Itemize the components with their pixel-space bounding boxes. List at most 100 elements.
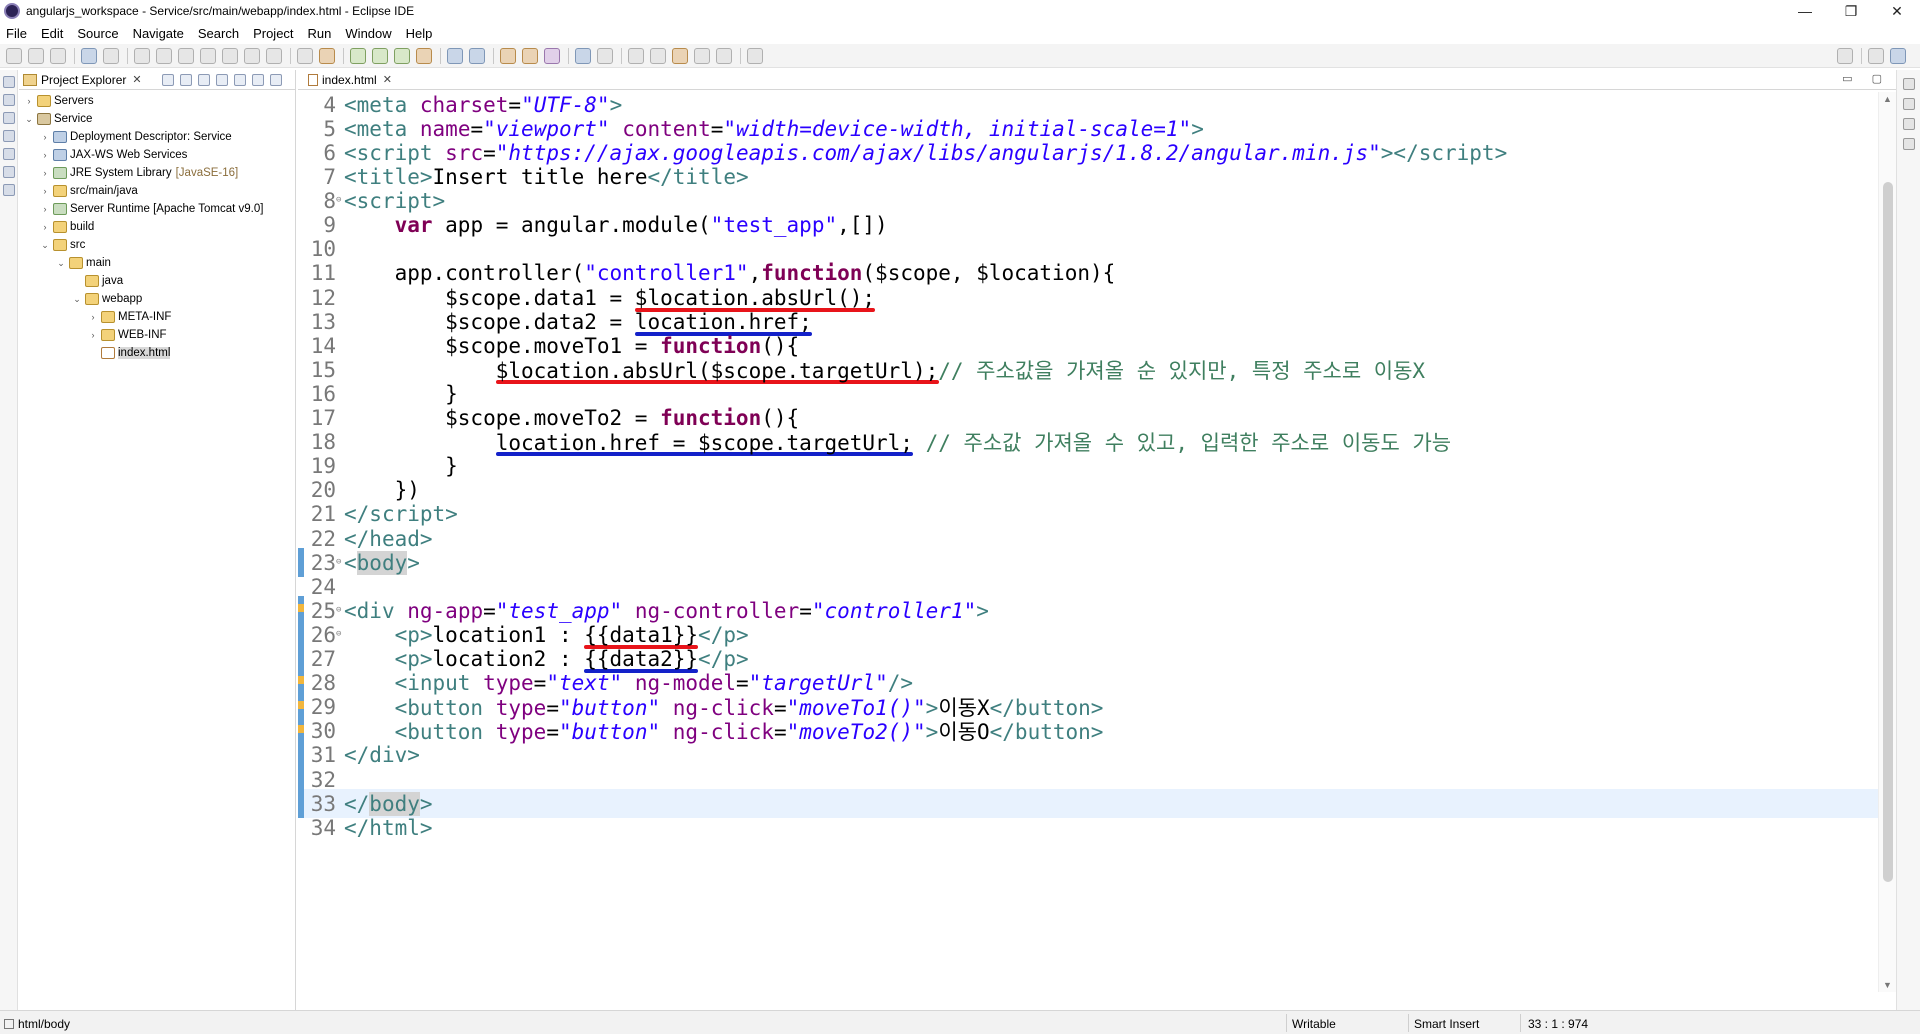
tree-item[interactable]: ⌄ src	[19, 236, 295, 254]
tree-item[interactable]: ⌄ main	[19, 254, 295, 272]
tree-item[interactable]: › META-INF	[19, 308, 295, 326]
restore-button[interactable]: ❐	[1828, 0, 1874, 22]
collapsed-twisty-icon[interactable]: ›	[39, 204, 51, 214]
minimize-view-icon[interactable]	[251, 73, 264, 86]
tree-item[interactable]: › Servers	[19, 92, 295, 110]
search-tool-icon[interactable]	[544, 47, 560, 64]
minimized-view-icon[interactable]	[3, 94, 15, 106]
toggle-mark-occurrences-icon[interactable]	[597, 47, 613, 64]
search-icon[interactable]	[1837, 48, 1853, 64]
open-task-icon[interactable]	[522, 47, 538, 64]
debug-icon[interactable]	[350, 47, 366, 64]
scrollbar-thumb[interactable]	[1883, 182, 1893, 882]
open-type-icon[interactable]	[500, 47, 516, 64]
minimized-view-icon[interactable]	[3, 184, 15, 196]
collapsed-twisty-icon[interactable]: ›	[39, 186, 51, 196]
fold-toggle-icon[interactable]: ⊖	[336, 557, 341, 567]
minimized-view-icon[interactable]	[1903, 98, 1915, 110]
menu-navigate[interactable]: Navigate	[126, 26, 191, 41]
run-icon[interactable]	[372, 47, 388, 64]
expanded-twisty-icon[interactable]: ⌄	[71, 294, 83, 305]
scroll-up-icon[interactable]: ▲	[1883, 94, 1892, 104]
back-icon[interactable]	[694, 47, 710, 64]
terminate-icon[interactable]	[178, 47, 194, 64]
warning-marker-icon[interactable]	[298, 724, 304, 733]
filter-icon[interactable]	[197, 73, 210, 86]
previous-annotation-icon[interactable]	[650, 47, 666, 64]
terminal-icon[interactable]	[81, 47, 97, 64]
step-over-icon[interactable]	[244, 47, 260, 64]
tree-item[interactable]: index.html	[19, 344, 295, 362]
project-explorer-tab[interactable]: Project Explorer ✕	[19, 70, 295, 90]
open-perspective-icon[interactable]	[1868, 48, 1884, 64]
fold-toggle-icon[interactable]: ⊖	[336, 605, 341, 615]
skip-breakpoints-icon[interactable]	[103, 47, 119, 64]
menu-window[interactable]: Window	[338, 26, 398, 41]
editor-tab-index-html[interactable]: index.html ✕ ▭ ▢	[298, 70, 1896, 90]
web-browser-icon[interactable]	[575, 47, 591, 64]
collapsed-twisty-icon[interactable]: ›	[23, 96, 35, 106]
collapse-all-icon[interactable]	[161, 73, 174, 86]
new-server-icon[interactable]	[447, 47, 463, 64]
minimized-view-icon[interactable]	[1903, 118, 1915, 130]
tree-item[interactable]: › WEB-INF	[19, 326, 295, 344]
external-tools-icon[interactable]	[416, 47, 432, 64]
forward-icon[interactable]	[716, 47, 732, 64]
warning-marker-icon[interactable]	[298, 676, 304, 685]
pin-editor-icon[interactable]	[747, 47, 763, 64]
minimized-view-icon[interactable]	[3, 166, 15, 178]
close-icon[interactable]: ✕	[132, 73, 141, 86]
minimized-view-icon[interactable]	[3, 130, 15, 142]
expanded-twisty-icon[interactable]: ⌄	[55, 258, 67, 269]
resume-icon[interactable]	[134, 47, 150, 64]
collapsed-twisty-icon[interactable]: ›	[39, 132, 51, 142]
minimized-view-icon[interactable]	[1903, 138, 1915, 150]
code-text-area[interactable]: 4 <meta charset="UTF-8"> 5 <meta name="view…	[298, 92, 1878, 1000]
step-into-icon[interactable]	[222, 47, 238, 64]
drop-to-frame-icon[interactable]	[297, 47, 313, 64]
save-all-icon[interactable]	[50, 47, 66, 64]
scroll-down-icon[interactable]: ▼	[1883, 980, 1892, 990]
tree-item[interactable]: ⌄ webapp	[19, 290, 295, 308]
tree-item[interactable]: ⌄ Service	[19, 110, 295, 128]
focus-icon[interactable]	[215, 73, 228, 86]
vertical-scrollbar[interactable]: ▲ ▼	[1878, 92, 1896, 992]
close-icon[interactable]: ✕	[383, 73, 392, 86]
new-java-class-icon[interactable]	[469, 47, 485, 64]
collapsed-twisty-icon[interactable]: ›	[87, 312, 99, 322]
link-with-editor-icon[interactable]	[179, 73, 192, 86]
expanded-twisty-icon[interactable]: ⌄	[23, 114, 35, 125]
fold-toggle-icon[interactable]: ⊖	[336, 629, 341, 639]
save-icon[interactable]	[28, 47, 44, 64]
collapsed-twisty-icon[interactable]: ›	[39, 222, 51, 232]
collapsed-twisty-icon[interactable]: ›	[87, 330, 99, 340]
warning-marker-icon[interactable]	[298, 700, 304, 709]
tree-item[interactable]: › Server Runtime [Apache Tomcat v9.0]	[19, 200, 295, 218]
tree-item[interactable]: › build	[19, 218, 295, 236]
menu-run[interactable]: Run	[301, 26, 339, 41]
new-icon[interactable]	[6, 47, 22, 64]
coverage-icon[interactable]	[394, 47, 410, 64]
code-line[interactable]: 34 </html>	[298, 813, 1878, 843]
tree-item[interactable]: › JRE System Library [JavaSE-16]	[19, 164, 295, 182]
minimized-view-icon[interactable]	[3, 148, 15, 160]
menu-file[interactable]: File	[0, 26, 34, 41]
expanded-twisty-icon[interactable]: ⌄	[39, 240, 51, 251]
menu-source[interactable]: Source	[70, 26, 125, 41]
minimized-view-icon[interactable]	[3, 112, 15, 124]
jee-perspective-icon[interactable]	[1890, 48, 1906, 64]
minimized-view-icon[interactable]	[3, 76, 15, 88]
collapsed-twisty-icon[interactable]: ›	[39, 150, 51, 160]
fold-toggle-icon[interactable]: ⊖	[336, 195, 341, 205]
tree-item[interactable]: › JAX-WS Web Services	[19, 146, 295, 164]
menu-edit[interactable]: Edit	[34, 26, 70, 41]
close-window-button[interactable]: ✕	[1874, 0, 1920, 22]
warning-marker-icon[interactable]	[298, 604, 304, 613]
collapsed-twisty-icon[interactable]: ›	[39, 168, 51, 178]
step-return-icon[interactable]	[266, 47, 282, 64]
tree-item[interactable]: › src/main/java	[19, 182, 295, 200]
menu-project[interactable]: Project	[246, 26, 300, 41]
view-menu-icon[interactable]	[233, 73, 246, 86]
tree-item[interactable]: › Deployment Descriptor: Service	[19, 128, 295, 146]
minimized-view-icon[interactable]	[1903, 78, 1915, 90]
